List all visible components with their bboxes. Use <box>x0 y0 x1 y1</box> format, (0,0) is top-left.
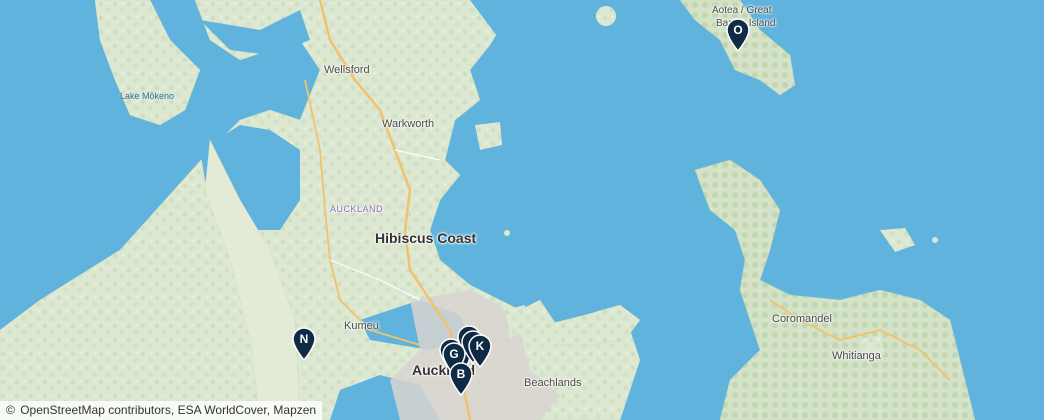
small-island-2 <box>596 6 616 26</box>
small-island-3 <box>932 237 938 243</box>
label-beachlands: Beachlands <box>524 377 582 389</box>
copyright-icon: © <box>6 403 15 417</box>
label-lake-mokeno: Lake Mōkeno <box>120 91 175 101</box>
label-coromandel: Coromandel <box>772 313 832 325</box>
map-view[interactable]: Wellsford Warkworth Lake Mōkeno AUCKLAND… <box>0 0 1044 420</box>
map-marker-o[interactable]: O <box>725 18 751 52</box>
label-hibiscus-coast: Hibiscus Coast <box>375 230 477 246</box>
marker-label: N <box>299 332 309 346</box>
label-wellsford: Wellsford <box>324 64 370 76</box>
marker-label: B <box>456 367 466 381</box>
map-attribution: © OpenStreetMap contributors, ESA WorldC… <box>0 401 323 420</box>
label-great-barrier-line1: Aotea / Great <box>712 5 772 16</box>
marker-label: O <box>733 23 743 37</box>
marker-label: K <box>475 339 485 353</box>
attribution-text[interactable]: OpenStreetMap contributors, ESA WorldCov… <box>20 403 316 417</box>
map-marker-n[interactable]: N <box>291 327 317 361</box>
label-whitianga: Whitianga <box>832 350 881 362</box>
label-kumeu: Kumeū <box>344 320 379 332</box>
map-marker-b[interactable]: B <box>448 362 474 396</box>
label-warkworth: Warkworth <box>382 118 435 130</box>
map-base-layer <box>0 0 1044 420</box>
label-auckland-region: AUCKLAND <box>330 204 384 214</box>
small-island-1 <box>504 230 510 236</box>
marker-label: G <box>449 347 459 361</box>
